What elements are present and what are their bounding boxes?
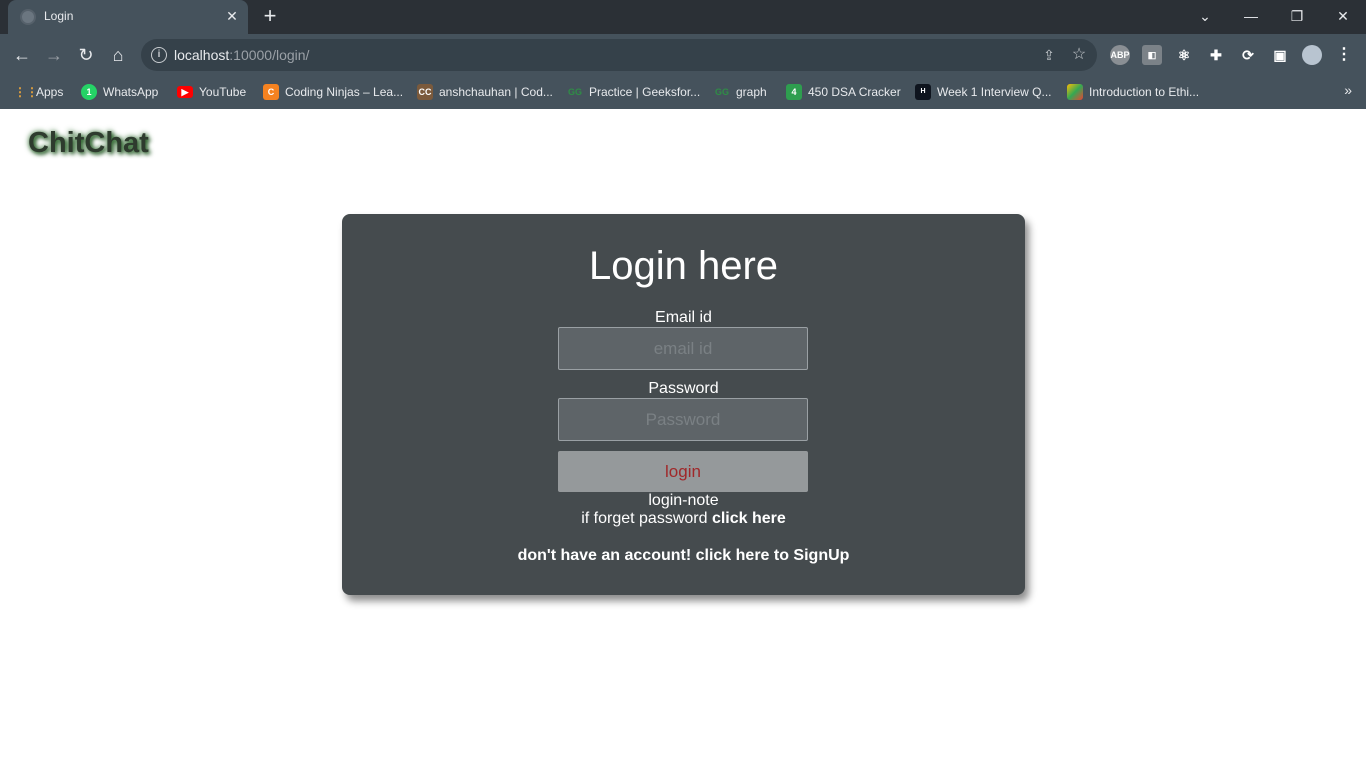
bookmark-youtube[interactable]: ▶ YouTube bbox=[177, 82, 246, 102]
google-drive-icon bbox=[1067, 84, 1083, 100]
new-tab-button[interactable]: + bbox=[258, 5, 282, 29]
signup-link[interactable]: don't have an account! click here to Sig… bbox=[342, 547, 1025, 565]
close-tab-icon[interactable]: ✕ bbox=[223, 7, 241, 25]
site-info-icon[interactable]: i bbox=[151, 47, 167, 63]
adblock-icon[interactable]: ABP bbox=[1110, 45, 1130, 65]
codechef-icon: CC bbox=[417, 84, 433, 100]
forgot-password-link[interactable]: click here bbox=[712, 510, 786, 527]
bookmark-label: YouTube bbox=[199, 85, 247, 99]
email-field[interactable] bbox=[558, 327, 808, 370]
bookmark-label: Introduction to Ethi... bbox=[1089, 85, 1200, 99]
forgot-password-text: if forget password bbox=[581, 510, 712, 527]
bookmark-label: Practice | Geeksfor... bbox=[589, 85, 701, 99]
bookmark-coding-ninjas[interactable]: C Coding Ninjas – Lea... bbox=[263, 82, 403, 102]
bookmark-label: 450 DSA Cracker bbox=[808, 85, 901, 99]
url-host: localhost bbox=[174, 47, 230, 63]
close-window-icon[interactable]: ✕ bbox=[1328, 4, 1358, 28]
bookmark-apps[interactable]: ⋮⋮ Apps bbox=[14, 82, 63, 102]
url-path: :10000/login/ bbox=[229, 47, 310, 63]
bookmark-practice-gfg[interactable]: GG Practice | Geeksfor... bbox=[567, 82, 700, 102]
bookmark-label: graph bbox=[736, 85, 767, 99]
bookmark-intro-ethics[interactable]: Introduction to Ethi... bbox=[1067, 82, 1199, 102]
forward-icon[interactable]: → bbox=[42, 43, 66, 67]
forgot-password-line: if forget password click here bbox=[342, 510, 1025, 528]
app-logo[interactable]: ChitChat bbox=[28, 127, 149, 160]
side-panel-icon[interactable]: ▣ bbox=[1270, 45, 1290, 65]
react-devtools-icon[interactable]: ⚛ bbox=[1174, 45, 1194, 65]
password-label: Password bbox=[648, 380, 719, 397]
bookmark-450-dsa[interactable]: 4 450 DSA Cracker bbox=[786, 82, 901, 102]
tab-search-icon[interactable]: ⌄ bbox=[1190, 4, 1220, 28]
dsa-cracker-icon: 4 bbox=[786, 84, 802, 100]
profile-avatar[interactable] bbox=[1302, 45, 1322, 65]
url-text[interactable]: localhost:10000/login/ bbox=[174, 47, 309, 63]
bookmark-codechef[interactable]: CC anshchauhan | Cod... bbox=[417, 82, 553, 102]
bookmark-label: anshchauhan | Cod... bbox=[439, 85, 553, 99]
more-bookmarks-icon[interactable]: » bbox=[1344, 82, 1352, 98]
menu-kebab-icon[interactable]: ⋮ bbox=[1334, 45, 1354, 65]
bookmark-label: Coding Ninjas – Lea... bbox=[285, 85, 404, 99]
password-field[interactable] bbox=[558, 398, 808, 441]
coding-ninjas-icon: C bbox=[263, 84, 279, 100]
bookmark-star-icon[interactable]: ☆ bbox=[1069, 45, 1089, 65]
back-icon[interactable]: ← bbox=[10, 43, 34, 67]
whatsapp-icon: 1 bbox=[81, 84, 97, 100]
reload-icon[interactable]: ↻ bbox=[74, 43, 98, 67]
restore-icon[interactable]: ❐ bbox=[1282, 4, 1312, 28]
geeksforgeeks-icon: GG bbox=[567, 87, 582, 97]
hackerrank-icon: H bbox=[915, 84, 931, 100]
email-label: Email id bbox=[655, 309, 712, 326]
tab-strip: Login ✕ + ⌄ — ❐ ✕ bbox=[0, 0, 1366, 34]
home-icon[interactable]: ⌂ bbox=[106, 43, 130, 67]
bookmark-label: Apps bbox=[36, 85, 64, 99]
address-bar[interactable]: i localhost:10000/login/ ⇪ ☆ bbox=[141, 39, 1097, 71]
bookmarks-bar: ⋮⋮ Apps 1 WhatsApp ▶ YouTube C Coding Ni… bbox=[0, 76, 1366, 109]
globe-icon bbox=[20, 9, 36, 25]
bookmark-graph[interactable]: GG graph bbox=[714, 82, 767, 102]
tab-login[interactable]: Login ✕ bbox=[8, 0, 248, 34]
bookmark-label: Week 1 Interview Q... bbox=[937, 85, 1052, 99]
browser-toolbar: ← → ↻ ⌂ i localhost:10000/login/ ⇪ ☆ ABP… bbox=[0, 34, 1366, 76]
login-note: login-note bbox=[648, 492, 719, 509]
login-card: Login here Email id Password login login… bbox=[342, 214, 1025, 595]
login-button[interactable]: login bbox=[558, 451, 808, 492]
bookmark-whatsapp[interactable]: 1 WhatsApp bbox=[81, 82, 158, 102]
page-content: ChitChat Login here Email id Password lo… bbox=[0, 109, 1366, 768]
minimize-icon[interactable]: — bbox=[1236, 4, 1266, 28]
bookmark-week1-interview[interactable]: H Week 1 Interview Q... bbox=[915, 82, 1052, 102]
share-icon[interactable]: ⇪ bbox=[1039, 45, 1059, 65]
geeksforgeeks-icon: GG bbox=[714, 87, 729, 97]
sync-icon[interactable]: ⟳ bbox=[1238, 45, 1258, 65]
extension-contact-icon[interactable]: ◧ bbox=[1142, 45, 1162, 65]
browser-chrome: Login ✕ + ⌄ — ❐ ✕ ← → ↻ ⌂ i localhost:10… bbox=[0, 0, 1366, 109]
extensions-puzzle-icon[interactable]: ✚ bbox=[1206, 45, 1226, 65]
apps-grid-icon: ⋮⋮ bbox=[14, 85, 38, 99]
tab-title: Login bbox=[44, 9, 74, 23]
login-heading: Login here bbox=[588, 244, 779, 288]
bookmark-label: WhatsApp bbox=[103, 85, 159, 99]
youtube-icon: ▶ bbox=[177, 86, 193, 98]
